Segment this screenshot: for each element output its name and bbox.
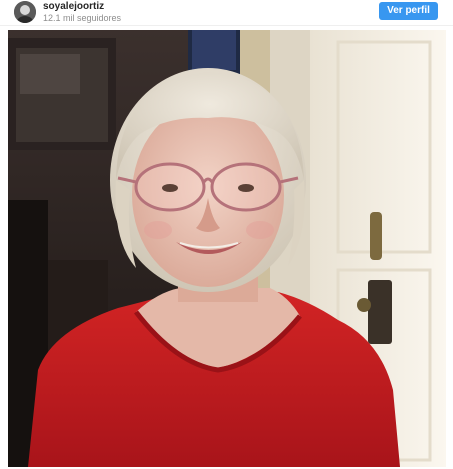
post-header: soyalejoortiz 12.1 mil seguidores Ver pe… xyxy=(0,0,453,26)
portrait-image xyxy=(8,30,446,467)
instagram-embed-card: soyalejoortiz 12.1 mil seguidores Ver pe… xyxy=(0,0,453,469)
view-profile-button[interactable]: Ver perfil xyxy=(379,2,438,20)
follower-count: 12.1 mil seguidores xyxy=(43,13,122,23)
post-photo[interactable] xyxy=(8,30,446,467)
username-link[interactable]: soyalejoortiz xyxy=(43,1,104,12)
avatar-image xyxy=(14,1,36,23)
profile-avatar[interactable] xyxy=(14,1,36,23)
